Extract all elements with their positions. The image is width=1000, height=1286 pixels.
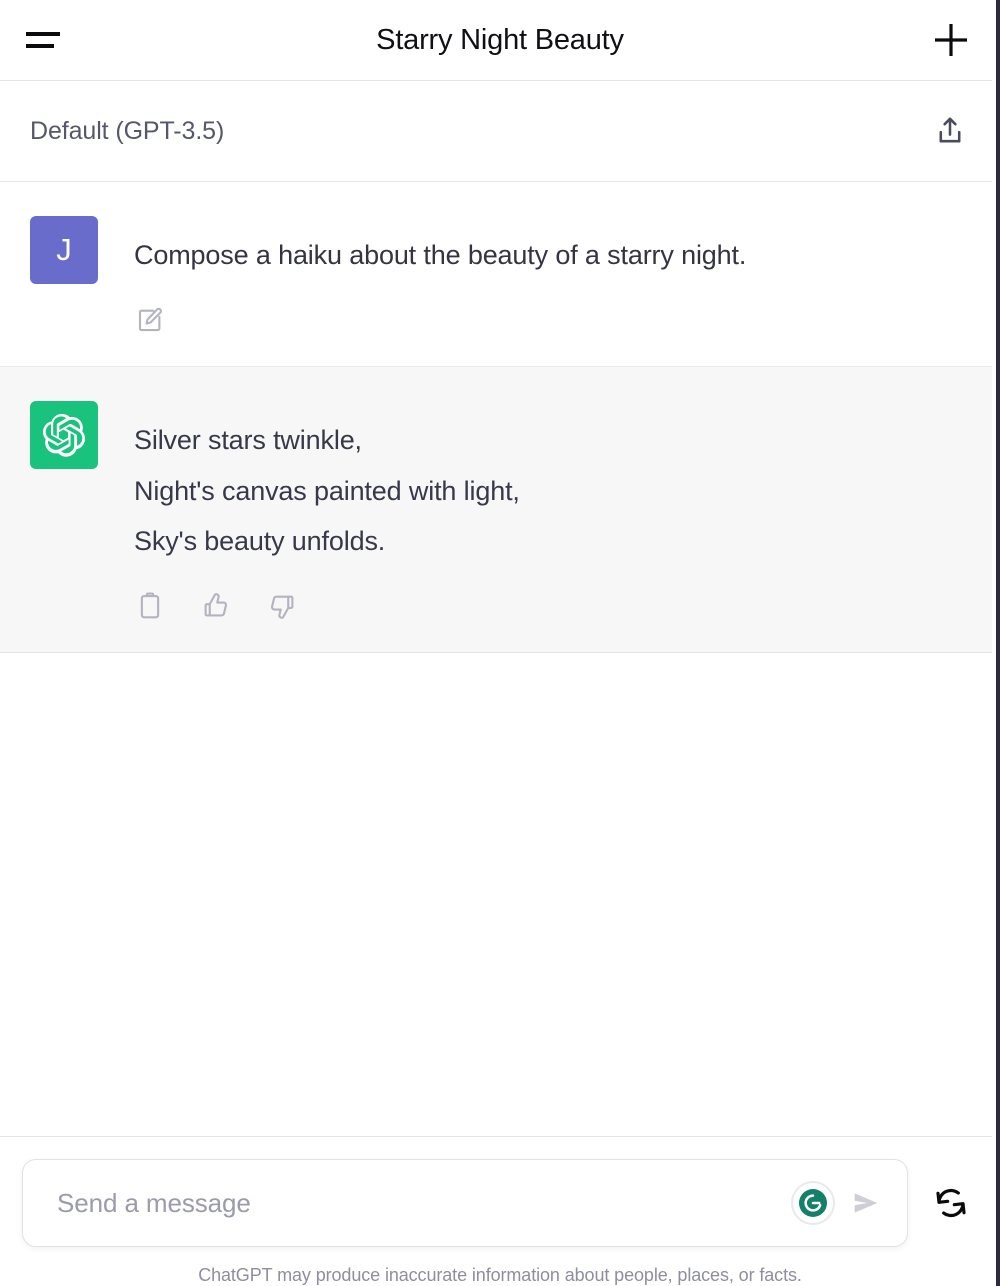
- hamburger-menu-button[interactable]: [26, 17, 72, 63]
- avatar-assistant: [30, 401, 98, 470]
- avatar-user: J: [30, 216, 98, 284]
- message-input[interactable]: [57, 1187, 791, 1219]
- refresh-icon: [936, 1188, 966, 1218]
- new-chat-button[interactable]: [928, 17, 974, 63]
- message-input-box[interactable]: [22, 1159, 908, 1247]
- composer-area: ChatGPT may produce inaccurate informati…: [0, 1136, 1000, 1286]
- message-body-user: Compose a haiku about the beauty of a st…: [134, 216, 970, 336]
- share-chat-button[interactable]: [928, 109, 972, 153]
- share-icon: [939, 117, 961, 143]
- edit-message-button[interactable]: [134, 304, 166, 336]
- user-message-text: Compose a haiku about the beauty of a st…: [134, 240, 747, 270]
- copy-button[interactable]: [134, 590, 166, 622]
- model-selector[interactable]: Default (GPT-3.5): [30, 117, 224, 146]
- composer-row: [22, 1159, 978, 1247]
- page-title: Starry Night Beauty: [376, 23, 624, 56]
- openai-logo-icon: [42, 414, 86, 458]
- assistant-message-line: Night's canvas painted with light,: [134, 475, 520, 506]
- message-body-assistant: Silver stars twinkle, Night's canvas pai…: [134, 401, 970, 622]
- message-actions-user: [134, 304, 970, 336]
- thumbs-up-button[interactable]: [200, 590, 232, 622]
- grammarly-button[interactable]: [791, 1181, 835, 1225]
- conversation-thread: J Compose a haiku about the beauty of a …: [0, 182, 1000, 1136]
- assistant-message-line: Silver stars twinkle,: [134, 425, 362, 456]
- grammarly-icon: [799, 1189, 827, 1217]
- message-assistant: Silver stars twinkle, Night's canvas pai…: [0, 367, 1000, 654]
- hamburger-icon: [26, 32, 60, 36]
- thumbs-down-button[interactable]: [266, 590, 298, 622]
- window-edge: [996, 0, 1000, 1286]
- conversation-empty-space: [0, 653, 1000, 1136]
- edit-icon: [138, 308, 162, 332]
- regenerate-button[interactable]: [924, 1176, 978, 1230]
- model-selector-bar: Default (GPT-3.5): [0, 81, 1000, 182]
- hamburger-icon-bar-2: [26, 44, 54, 48]
- message-user: J Compose a haiku about the beauty of a …: [0, 182, 1000, 368]
- send-arrow-icon: [854, 1193, 878, 1213]
- clipboard-icon: [140, 592, 160, 619]
- disclaimer-text: ChatGPT may produce inaccurate informati…: [198, 1265, 802, 1285]
- send-button[interactable]: [845, 1182, 887, 1224]
- thumbs-up-icon: [204, 593, 228, 617]
- chatgpt-app: Starry Night Beauty Default (GPT-3.5) J …: [0, 0, 1000, 1286]
- message-actions-assistant: [134, 590, 970, 622]
- thumbs-down-icon: [270, 595, 294, 620]
- assistant-message-line: Sky's beauty unfolds.: [134, 525, 386, 556]
- plus-icon: [935, 24, 967, 56]
- top-bar: Starry Night Beauty: [0, 0, 1000, 81]
